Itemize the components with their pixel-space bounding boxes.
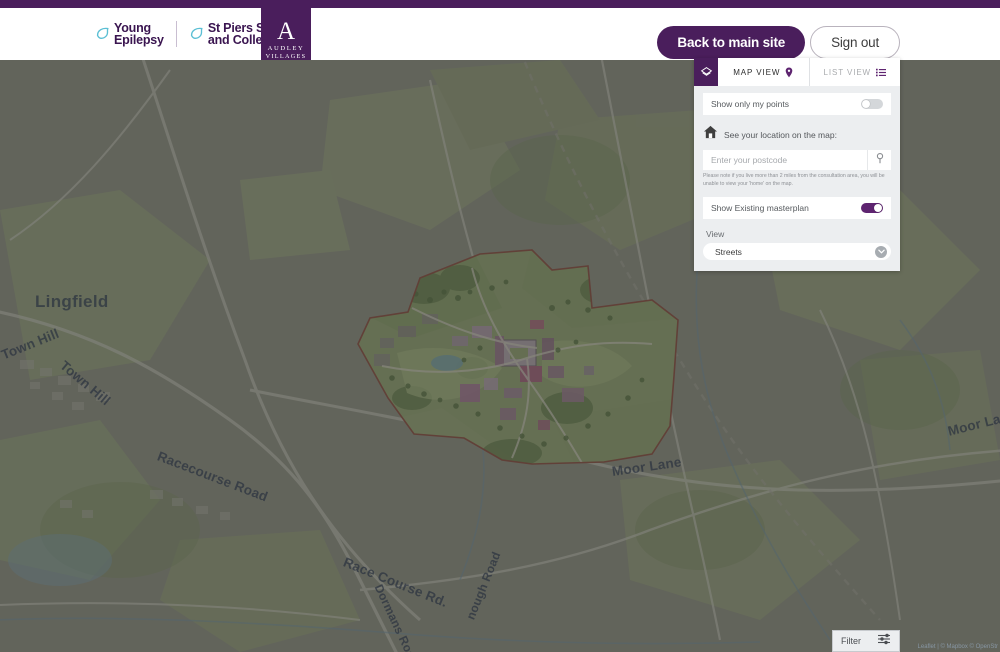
location-label: See your location on the map: <box>724 129 837 140</box>
location-heading: See your location on the map: <box>703 125 891 144</box>
audley-wordmark-line2: VILLAGES <box>265 53 307 60</box>
show-masterplan-label: Show Existing masterplan <box>711 203 809 214</box>
young-epilepsy-text: Young Epilepsy <box>114 20 164 47</box>
postcode-input[interactable] <box>703 150 867 170</box>
show-masterplan-row[interactable]: Show Existing masterplan <box>703 197 891 220</box>
app-root: Young Epilepsy St Piers School and Colle… <box>0 0 1000 652</box>
audley-monogram: A <box>276 18 296 45</box>
masterplan-overlay[interactable] <box>352 248 682 538</box>
top-accent-strip <box>0 0 1000 8</box>
panel-body: Show only my points See your location on… <box>694 86 900 271</box>
chevron-down-icon <box>875 245 887 258</box>
tab-map-view[interactable]: MAP VIEW <box>718 58 810 86</box>
filter-button[interactable]: Filter <box>832 630 900 652</box>
location-pin-icon <box>876 151 884 169</box>
postcode-note: Please note if you live more than 2 mile… <box>703 173 885 187</box>
tab-list-view[interactable]: LIST VIEW <box>809 58 900 86</box>
view-select-value: Streets <box>715 246 742 257</box>
back-to-main-site-button[interactable]: Back to main site <box>657 26 806 59</box>
audley-wordmark-line1: AUDLEY <box>267 45 305 52</box>
sign-out-button[interactable]: Sign out <box>810 26 900 59</box>
logo-divider <box>175 21 177 47</box>
home-icon <box>703 125 718 144</box>
show-masterplan-toggle[interactable] <box>861 203 883 214</box>
map-pin-icon <box>785 66 793 78</box>
map-control-panel: MAP VIEW LIST VIEW Show only my points S… <box>694 58 900 272</box>
audley-villages-logo: A AUDLEY VILLAGES <box>261 8 311 68</box>
map-attribution[interactable]: Leaflet | © Mapbox © OpenStr <box>918 644 998 650</box>
list-icon <box>876 68 887 77</box>
sliders-icon <box>877 632 891 650</box>
view-select[interactable]: Streets <box>703 243 891 261</box>
young-epilepsy-logo: Young Epilepsy <box>95 20 164 47</box>
view-label: View <box>706 229 725 240</box>
site-header: Young Epilepsy St Piers School and Colle… <box>0 8 1000 68</box>
leaf-icon <box>189 26 206 43</box>
show-only-my-points-toggle[interactable] <box>861 99 883 109</box>
postcode-field-group <box>703 150 891 170</box>
tab-map-view-label: MAP VIEW <box>733 67 781 77</box>
header-actions: Back to main site Sign out <box>657 26 900 59</box>
leaf-icon <box>95 26 112 43</box>
tab-list-view-label: LIST VIEW <box>823 67 872 77</box>
show-only-my-points-row[interactable]: Show only my points <box>703 93 891 115</box>
show-only-my-points-label: Show only my points <box>711 99 789 109</box>
locate-me-button[interactable] <box>867 150 891 170</box>
filter-label: Filter <box>841 636 861 646</box>
layers-icon[interactable] <box>694 58 718 86</box>
view-tabs: MAP VIEW LIST VIEW <box>694 58 900 86</box>
